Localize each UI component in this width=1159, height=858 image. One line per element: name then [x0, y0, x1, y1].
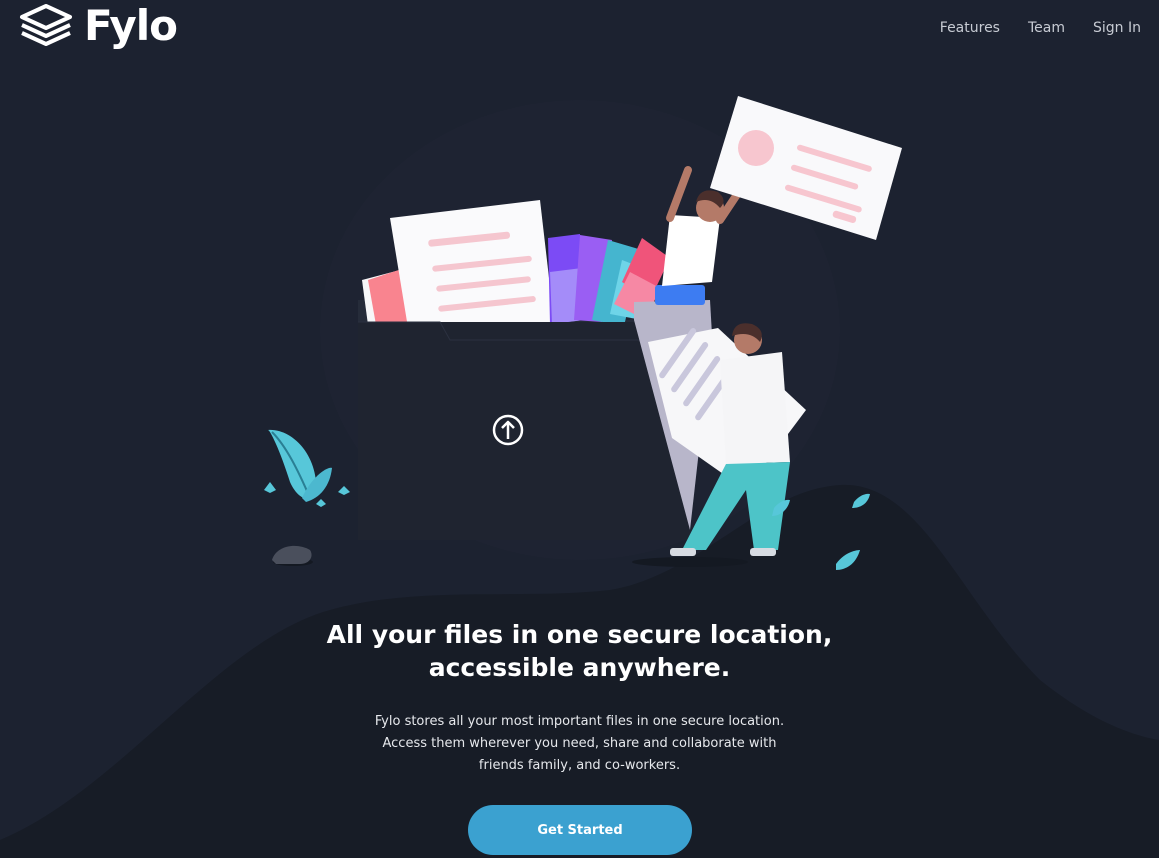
hero-description-line: friends family, and co-workers. — [478, 758, 681, 773]
hero-title-line: All your files in one secure location, — [326, 620, 833, 649]
get-started-button[interactable]: Get Started — [468, 805, 692, 855]
nav-team[interactable]: Team — [1028, 19, 1065, 37]
logo-text: Fylo — [84, 1, 178, 50]
hero-illustration — [264, 96, 902, 570]
layers-icon — [20, 4, 72, 46]
main-nav: Features Team Sign In — [912, 19, 1141, 37]
hero-description: Fylo stores all your most important file… — [0, 711, 1159, 777]
hero-title: All your files in one secure location, a… — [0, 618, 1159, 684]
nav-features[interactable]: Features — [940, 19, 1000, 37]
logo[interactable]: Fylo — [18, 1, 178, 50]
landing-page: Fylo Features Team Sign In All your file… — [0, 0, 1159, 858]
hero-description-line: Fylo stores all your most important file… — [374, 714, 785, 729]
nav-sign-in[interactable]: Sign In — [1093, 19, 1141, 37]
hero-title-line: accessible anywhere. — [428, 653, 731, 682]
hero-description-line: Access them wherever you need, share and… — [382, 736, 777, 751]
